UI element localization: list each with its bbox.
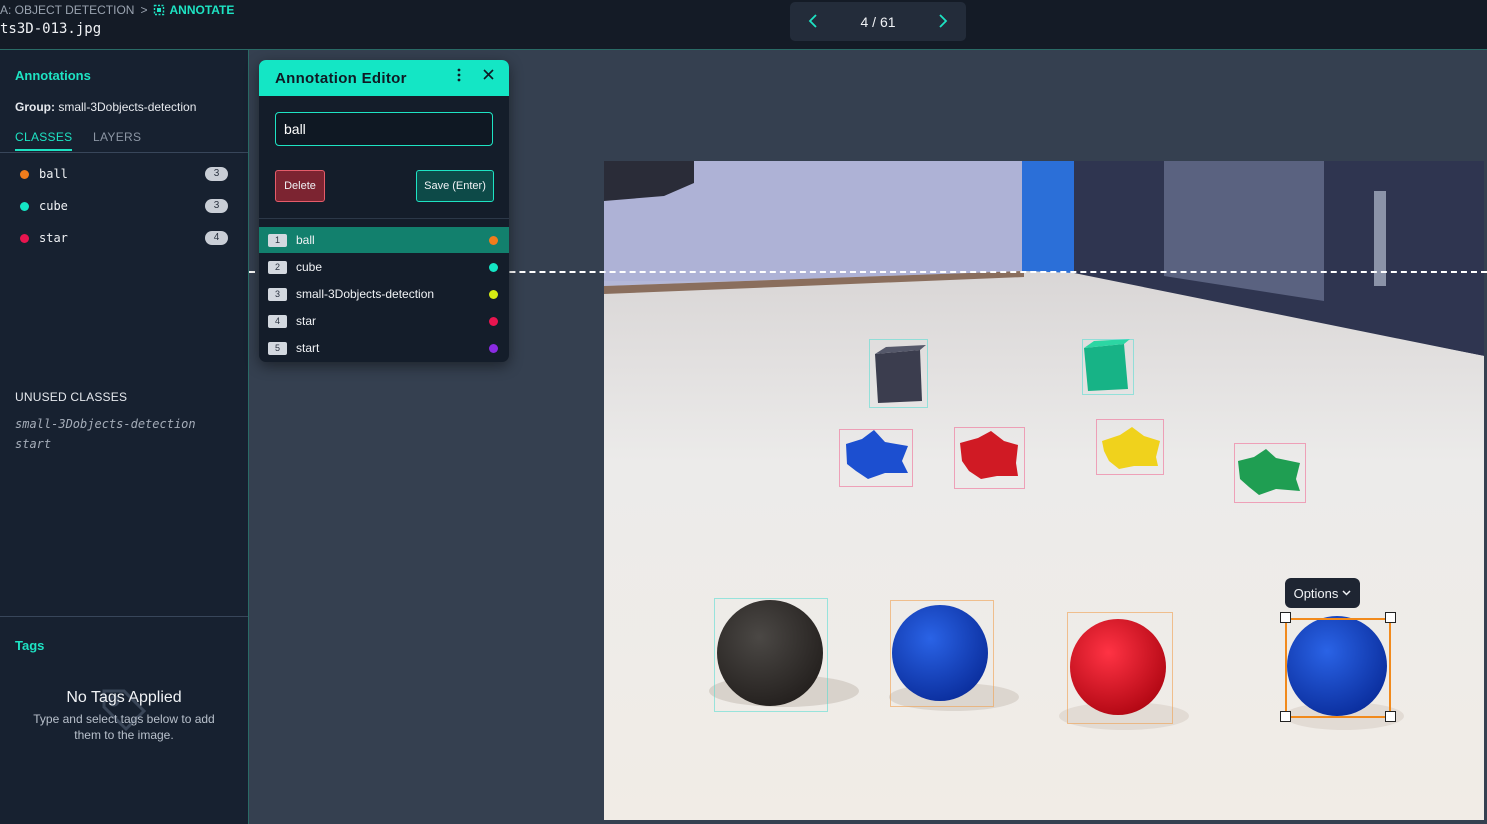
delete-button[interactable]: Delete [275,170,325,202]
option-label: star [296,314,317,328]
option-color-dot [489,343,498,353]
breadcrumb-separator: > [140,3,148,17]
group-label: Group: [15,100,55,114]
option-shortcut: 4 [268,314,287,328]
option-label: ball [296,233,315,247]
class-option-start[interactable]: 5 start [259,335,509,361]
bbox-cube[interactable] [869,339,928,408]
bbox-star[interactable] [839,429,913,487]
bbox-cube[interactable] [1082,339,1134,395]
group-info: Group: small-3Dobjects-detection [15,100,196,114]
option-label: start [296,341,320,355]
bbox-star[interactable] [1234,443,1306,503]
option-color-dot [489,289,498,299]
unused-classes-title: UNUSED CLASSES [15,390,128,404]
bbox-ball[interactable] [714,598,828,712]
option-shortcut: 1 [268,233,287,247]
class-name: cube [39,199,68,213]
image-scene [604,161,1484,820]
resize-handle-bottom-left[interactable] [1280,711,1291,722]
option-shortcut: 3 [268,287,287,301]
chevron-down-icon [1342,590,1351,596]
annotated-image[interactable] [604,161,1484,820]
bbox-ball[interactable] [890,600,994,707]
tab-layers[interactable]: LAYERS [93,130,141,144]
resize-handle-top-right[interactable] [1385,612,1396,623]
class-color-dot [20,169,29,179]
class-color-dot [20,201,29,211]
no-tags-subtitle: Type and select tags below to add them t… [33,712,215,742]
class-option-small-3dobjects-detection[interactable]: 3 small-3Dobjects-detection [259,281,509,307]
resize-handle-top-left[interactable] [1280,612,1291,623]
class-option-cube[interactable]: 2 cube [259,254,509,280]
editor-title: Annotation Editor [275,70,407,87]
top-bar: A: OBJECT DETECTION > ANNOTATE ts3D-013.… [0,0,1487,50]
chevron-left-icon[interactable] [808,13,818,31]
class-item-ball[interactable]: ball 3 [0,162,248,186]
option-label: cube [296,260,323,274]
breadcrumb-current: ANNOTATE [153,3,234,17]
group-value: small-3Dobjects-detection [58,100,197,114]
class-option-star[interactable]: 4 star [259,308,509,334]
option-shortcut: 2 [268,260,287,274]
close-icon[interactable] [483,67,494,85]
chevron-right-icon[interactable] [938,13,948,31]
option-color-dot [489,316,498,326]
unused-class-item: small-3Dobjects-detection [15,417,196,431]
annotations-sidebar: Annotations Group: small-3Dobjects-detec… [0,50,249,824]
breadcrumb-project[interactable]: A: OBJECT DETECTION [0,3,134,17]
no-tags-title: No Tags Applied [66,689,182,706]
resize-handle-bottom-right[interactable] [1385,711,1396,722]
unused-class-item: start [15,437,52,451]
option-color-dot [489,235,498,245]
option-shortcut: 5 [268,341,287,355]
class-color-dot [20,233,29,243]
option-color-dot [489,262,498,272]
bbox-ball-selected[interactable] [1285,618,1391,718]
class-name-input[interactable] [275,112,493,146]
more-vertical-icon[interactable] [457,68,461,86]
breadcrumb-current-label: ANNOTATE [169,3,235,17]
editor-header: Annotation Editor [259,60,509,96]
annotations-title: Annotations [15,68,91,83]
class-count-badge: 4 [205,231,228,245]
save-button[interactable]: Save (Enter) [416,170,494,202]
image-pager: 4 / 61 [790,2,966,41]
class-count-badge: 3 [205,199,228,213]
bbox-star[interactable] [954,427,1025,489]
bbox-star[interactable] [1096,419,1164,475]
annotation-editor-panel: Annotation Editor Delete Save (Enter) 1 … [259,60,509,362]
options-button[interactable]: Options [1285,578,1360,608]
options-label: Options [1293,585,1339,601]
annotate-icon [154,4,165,16]
bbox-ball[interactable] [1067,612,1173,724]
file-name: ts3D-013.jpg [0,21,102,37]
class-item-star[interactable]: star 4 [0,226,248,250]
class-name: star [39,231,68,245]
class-option-ball[interactable]: 1 ball [259,227,509,253]
tags-panel: Tags No Tags Applied Type and select tag… [0,616,248,824]
sidebar-tabs: CLASSES LAYERS [0,128,248,153]
class-item-cube[interactable]: cube 3 [0,194,248,218]
divider [259,218,509,219]
class-name: ball [39,167,68,181]
breadcrumb: A: OBJECT DETECTION > ANNOTATE [0,3,234,17]
class-count-badge: 3 [205,167,228,181]
tab-classes[interactable]: CLASSES [15,130,73,151]
page-position: 4 / 61 [860,13,896,30]
option-label: small-3Dobjects-detection [296,287,435,301]
tags-title: Tags [15,638,45,653]
